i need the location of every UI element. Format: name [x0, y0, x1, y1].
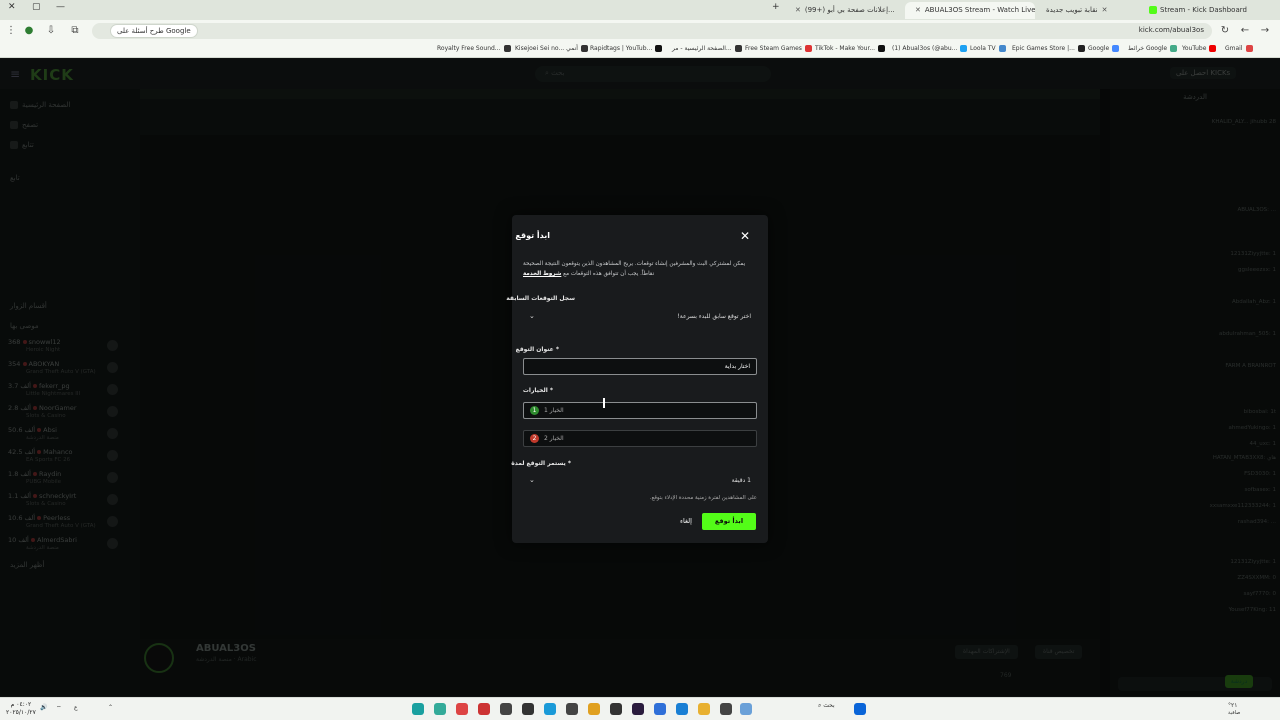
settings-icon[interactable]	[566, 703, 578, 715]
bookmark-royalty-free[interactable]: Royalty Free Sound...	[437, 45, 511, 52]
download-icon[interactable]: ⇩	[44, 24, 58, 38]
question-input[interactable]: اختار بداية	[523, 358, 757, 375]
option-1-input[interactable]: 1 الخيار 1	[523, 402, 757, 419]
bookmark-epic[interactable]: Epic Games Store |...	[1012, 45, 1085, 52]
app-icon[interactable]	[544, 703, 556, 715]
app-icon[interactable]	[412, 703, 424, 715]
window-close-icon[interactable]: ✕	[8, 2, 16, 12]
bookmark-twitter[interactable]: (1) Abual3os (@abu...	[892, 45, 968, 52]
forward-icon[interactable]: ←	[1238, 24, 1252, 38]
start-prediction-modal: ابدأ توقع ✕ يمكن لمشتركي البث والمشرفين …	[506, 215, 768, 543]
menu-dots-icon[interactable]: ⋮	[4, 24, 18, 38]
question-label: * عنوان التوقع	[515, 346, 559, 353]
duration-select[interactable]: 1 دقيقة ⌄	[523, 473, 757, 491]
tab-close-icon[interactable]: ✕	[1102, 2, 1108, 19]
app-icon[interactable]	[522, 703, 534, 715]
language-indicator[interactable]: ع	[74, 704, 78, 711]
start-prediction-button[interactable]: ابدأ توقع	[702, 513, 756, 530]
tab-new[interactable]: نقابة تبويب جديدة ✕	[1040, 2, 1140, 19]
bookmark-anime[interactable]: Kisejoei Sei no... أنمي	[515, 45, 588, 52]
tab-kick-dashboard[interactable]: Stream - Kick Dashboard	[1140, 2, 1270, 19]
option-2-badge: 2	[530, 434, 539, 443]
bookmark-google[interactable]: Google	[1088, 45, 1120, 52]
text-cursor	[603, 398, 605, 408]
bookmark-rapidtags[interactable]: Rapidtags | YouTub...	[590, 45, 663, 52]
weather-status: صافية	[1228, 710, 1241, 716]
app-icon[interactable]	[434, 703, 446, 715]
tab-abual3os-stream[interactable]: ✕ ABUAL3OS Stream - Watch Live	[905, 2, 1035, 19]
chrome-icon[interactable]	[588, 703, 600, 715]
edge-icon[interactable]	[654, 703, 666, 715]
app-icon[interactable]	[720, 703, 732, 715]
reload-icon[interactable]: ↻	[1218, 24, 1232, 38]
modal-description: يمكن لمشتركي البث والمشرفين إنشاء توقعات…	[523, 261, 746, 277]
terms-link[interactable]: شروط الخدمة	[523, 271, 561, 277]
windows-taskbar: ⌕ بحث °٢١ صافية ٠٤:٠٢ م ٢٠٢٥/١٠/٢٧ 🔊 ⌔ ع…	[0, 697, 1280, 720]
option-2-input[interactable]: 2 الخيار 2	[523, 430, 757, 447]
bookmark-loola[interactable]: Loola TV	[970, 45, 1006, 52]
duration-label: * يستمر التوقع لمدة	[511, 460, 571, 467]
bookmark-home[interactable]: الصفحة الرئيسية - مر...	[672, 45, 742, 52]
app-icon[interactable]	[500, 703, 512, 715]
system-clock[interactable]: ٠٤:٠٢ م ٢٠٢٥/١٠/٢٧	[6, 701, 36, 717]
wifi-icon[interactable]: ⌔	[56, 704, 62, 712]
modal-title: ابدأ توقع	[515, 231, 550, 240]
volume-icon[interactable]: 🔊	[40, 704, 47, 711]
tab-facebook[interactable]: ✕ (99+) إعلانات صفحة بي أبو...	[785, 2, 900, 19]
weather-temp[interactable]: °٢١	[1228, 702, 1237, 709]
google-search-chip[interactable]: طرح أسئلة على Google	[110, 24, 198, 38]
cancel-button[interactable]: إلغاء	[680, 517, 692, 525]
bookmark-gmail[interactable]: Gmail	[1225, 45, 1253, 52]
premiere-icon[interactable]	[632, 703, 644, 715]
browser-tab-bar: ✕ ▢ — Stream - Kick Dashboard نقابة تبوي…	[0, 0, 1280, 20]
tab-close-icon[interactable]: ✕	[915, 2, 921, 19]
tab-close-icon[interactable]: ✕	[795, 2, 801, 19]
profile-icon[interactable]: ●	[22, 24, 36, 38]
close-icon[interactable]: ✕	[740, 229, 750, 243]
chevron-down-icon: ⌄	[529, 312, 535, 320]
extensions-icon[interactable]: ⧉	[68, 24, 82, 38]
kick-favicon-icon	[1149, 6, 1157, 14]
app-icon[interactable]	[478, 703, 490, 715]
taskbar-search[interactable]: ⌕ بحث	[818, 702, 835, 710]
tray-chevron-icon[interactable]: ⌃	[108, 704, 113, 711]
file-explorer-icon[interactable]	[698, 703, 710, 715]
back-icon[interactable]: →	[1258, 24, 1272, 38]
history-select[interactable]: اختر توقع سابق للبدء بسرعة! ⌄	[523, 309, 757, 327]
bookmark-steam[interactable]: Free Steam Games	[745, 45, 812, 52]
window-minimize-icon[interactable]: —	[56, 2, 65, 12]
app-icon[interactable]	[610, 703, 622, 715]
new-tab-icon[interactable]: +	[772, 2, 780, 12]
app-icon[interactable]	[676, 703, 688, 715]
app-icon[interactable]	[456, 703, 468, 715]
bookmark-maps[interactable]: خرائط Google	[1128, 45, 1178, 52]
bookmark-tiktok[interactable]: TikTok - Make Your...	[815, 45, 886, 52]
url-bar[interactable]: kick.com/abual3os طرح أسئلة على Google	[92, 23, 1212, 39]
bookmarks-bar: Gmail YouTube خرائط Google Google Epic G…	[0, 42, 1280, 58]
window-maximize-icon[interactable]: ▢	[32, 2, 41, 12]
option-1-badge: 1	[530, 406, 539, 415]
history-label: سجل التوقعات السابقة	[506, 295, 575, 302]
duration-hint: على المشاهدين لفترة زمنية محددة الإدلاء …	[649, 495, 757, 501]
address-bar-row: → ← ↻ kick.com/abual3os طرح أسئلة على Go…	[0, 20, 1280, 42]
chevron-down-icon: ⌄	[529, 476, 535, 484]
task-view-icon[interactable]	[740, 703, 752, 715]
options-label: * الخيارات	[522, 387, 553, 394]
windows-start-icon[interactable]	[854, 703, 866, 715]
bookmark-youtube[interactable]: YouTube	[1182, 45, 1217, 52]
